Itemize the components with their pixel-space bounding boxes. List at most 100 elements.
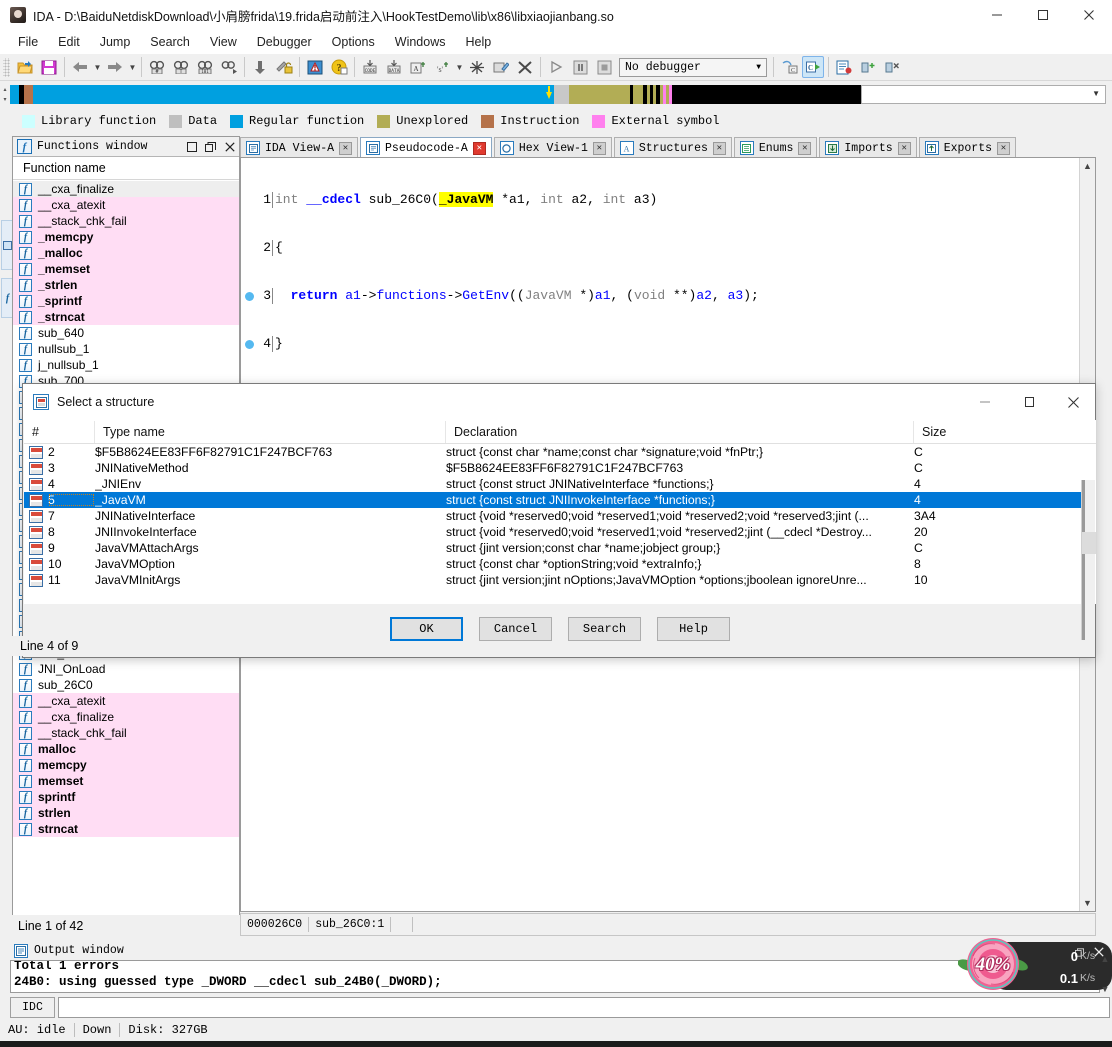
function-list-item[interactable]: f memset	[13, 773, 239, 789]
menu-debugger[interactable]: Debugger	[247, 33, 322, 51]
tab-ida-view-a[interactable]: IDA View-A ✕	[240, 137, 359, 158]
tab-hex-view-1[interactable]: Hex View-1 ✕	[493, 137, 612, 158]
functions-window-close-button[interactable]	[220, 138, 239, 156]
tab-imports[interactable]: Imports ✕	[819, 137, 917, 158]
column-header-num[interactable]: #	[24, 420, 95, 443]
tab-close-icon[interactable]: ✕	[997, 141, 1011, 155]
forward-dropdown-caret-icon[interactable]: ▼	[127, 56, 138, 78]
structure-row[interactable]: 2 $F5B8624EE83FF6F82791C1F247BCF763 struct…	[24, 444, 1081, 460]
search-next-icon[interactable]	[218, 56, 240, 78]
search-button[interactable]: Search	[568, 617, 641, 641]
make-struct-icon[interactable]: 's'	[431, 56, 453, 78]
function-list-item[interactable]: f _malloc	[13, 245, 239, 261]
tab-close-icon[interactable]: ✕	[798, 141, 812, 155]
pause-icon[interactable]	[569, 56, 591, 78]
function-list-item[interactable]: f _strncat	[13, 309, 239, 325]
function-list-item[interactable]: f sprintf	[13, 789, 239, 805]
breakpoint-dot-icon[interactable]	[244, 339, 254, 349]
function-list-item[interactable]: f __stack_chk_fail	[13, 725, 239, 741]
function-list-item[interactable]: f __cxa_finalize	[13, 709, 239, 725]
breakpoint-slot[interactable]	[241, 291, 257, 301]
forward-arrow-icon[interactable]	[104, 56, 126, 78]
back-dropdown-caret-icon[interactable]: ▼	[92, 56, 103, 78]
menu-file[interactable]: File	[8, 33, 48, 51]
function-list-item[interactable]: f __cxa_atexit	[13, 197, 239, 213]
functions-column-header[interactable]: Function name	[13, 157, 239, 180]
stop-icon[interactable]	[593, 56, 615, 78]
toolbar-grip[interactable]	[3, 57, 10, 77]
function-list-item[interactable]: f nullsub_1	[13, 341, 239, 357]
scroll-down-icon[interactable]: ▼	[1101, 984, 1110, 994]
edit-func-icon[interactable]	[490, 56, 512, 78]
tab-enums[interactable]: Enums ✕	[733, 137, 818, 158]
navigation-cursor-marker[interactable]	[546, 85, 552, 99]
close-button[interactable]	[1066, 0, 1112, 30]
column-header-decl[interactable]: Declaration	[446, 420, 914, 443]
menu-view[interactable]: View	[200, 33, 247, 51]
maximize-button[interactable]	[1020, 0, 1066, 30]
function-list-item[interactable]: f j_nullsub_1	[13, 357, 239, 373]
scrollbar-thumb[interactable]	[1082, 532, 1096, 554]
function-list-item[interactable]: f __cxa_finalize	[13, 181, 239, 197]
tab-close-icon[interactable]: ✕	[592, 141, 606, 155]
menu-options[interactable]: Options	[322, 33, 385, 51]
structure-row[interactable]: 7 JNINativeInterface struct {void *reserve…	[24, 508, 1081, 524]
undefine-icon[interactable]	[466, 56, 488, 78]
code-line[interactable]: 2 {	[241, 240, 759, 256]
function-list-item[interactable]: f _sprintf	[13, 293, 239, 309]
tab-close-icon[interactable]: ✕	[472, 141, 486, 155]
breakpoint-dot-icon[interactable]	[244, 291, 254, 301]
column-header-type[interactable]: Type name	[95, 420, 446, 443]
structure-row[interactable]: 5 _JavaVM struct {const struct JNIInvokeIn…	[24, 492, 1081, 508]
dialog-maximize-button[interactable]	[1007, 384, 1051, 420]
menu-windows[interactable]: Windows	[385, 33, 456, 51]
functions-window-float-button[interactable]	[201, 138, 220, 156]
mini-scroll-arrows[interactable]: ▲ ▼	[1098, 954, 1112, 994]
idc-command-input[interactable]	[58, 996, 1110, 1018]
warning-icon[interactable]	[304, 56, 326, 78]
function-list-item[interactable]: f __stack_chk_fail	[13, 213, 239, 229]
code-line[interactable]: 1 int __cdecl sub_26C0(_JavaVM *a1, int …	[241, 192, 759, 208]
output-window-body[interactable]: Total 1 errors 24B0: using guessed type …	[10, 960, 1100, 993]
down-arrow-icon[interactable]	[249, 56, 271, 78]
code-line[interactable]: 3 return a1->functions->GetEnv((JavaVM *…	[241, 288, 759, 304]
minimize-button[interactable]	[974, 0, 1020, 30]
function-list-item[interactable]: f sub_26C0	[13, 677, 239, 693]
back-arrow-icon[interactable]	[69, 56, 91, 78]
dialog-minimize-button[interactable]	[963, 384, 1007, 420]
tab-close-icon[interactable]: ✕	[339, 141, 353, 155]
make-data-icon[interactable]: DATA	[383, 56, 405, 78]
function-list-item[interactable]: f sub_640	[13, 325, 239, 341]
code-line[interactable]: 4 }	[241, 336, 759, 352]
structure-row[interactable]: 4 _JNIEnv struct {const struct JNINativeIn…	[24, 476, 1081, 492]
struct-dropdown-caret-icon[interactable]: ▼	[454, 56, 465, 78]
save-icon[interactable]	[38, 56, 60, 78]
function-list-item[interactable]: f malloc	[13, 741, 239, 757]
structure-row[interactable]: 3 JNINativeMethod $F5B8624EE83FF6F82791C1F…	[24, 460, 1081, 476]
search-binary-icon[interactable]: 101	[194, 56, 216, 78]
tab-pseudocode-a[interactable]: Pseudocode-A ✕	[360, 137, 492, 158]
tab-close-icon[interactable]: ✕	[712, 141, 726, 155]
remove-breakpoint-icon[interactable]	[881, 56, 903, 78]
menu-help[interactable]: Help	[455, 33, 501, 51]
structure-row[interactable]: 9 JavaVMAttachArgs struct {jint version;co…	[24, 540, 1081, 556]
add-breakpoint-icon[interactable]	[857, 56, 879, 78]
idc-language-button[interactable]: IDC	[10, 996, 55, 1018]
structures-table-body[interactable]: 2 $F5B8624EE83FF6F82791C1F247BCF763 struct…	[24, 444, 1081, 604]
function-list-item[interactable]: f __cxa_atexit	[13, 693, 239, 709]
navigation-band[interactable]	[10, 84, 930, 104]
cancel-button[interactable]: Cancel	[479, 617, 552, 641]
flower-logo-icon[interactable]: 40%	[957, 936, 1028, 994]
menu-edit[interactable]: Edit	[48, 33, 90, 51]
function-list-item[interactable]: f JNI_OnLoad	[13, 661, 239, 677]
dialog-close-button[interactable]	[1051, 384, 1095, 420]
tab-close-icon[interactable]: ✕	[897, 141, 911, 155]
function-list-item[interactable]: f _memset	[13, 261, 239, 277]
functions-window-restore-button[interactable]	[182, 138, 201, 156]
menu-jump[interactable]: Jump	[90, 33, 141, 51]
unlock-icon[interactable]	[273, 56, 295, 78]
structure-row[interactable]: 8 JNIInvokeInterface struct {void *reserve…	[24, 524, 1081, 540]
open-file-icon[interactable]	[14, 56, 36, 78]
run-icon[interactable]	[545, 56, 567, 78]
help-button[interactable]: Help	[657, 617, 730, 641]
